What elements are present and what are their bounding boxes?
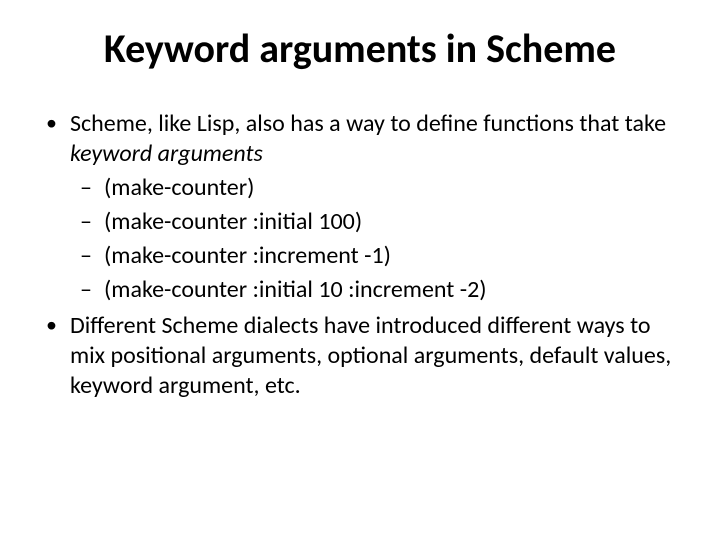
- bullet-item: Different Scheme dialects have introduce…: [40, 311, 680, 401]
- bullet-text-em: keyword arguments: [70, 139, 263, 168]
- slide: Keyword arguments in Scheme Scheme, like…: [0, 0, 720, 540]
- sub-bullet-text: (make-counter): [104, 173, 254, 202]
- bullet-text-pre: Scheme, like Lisp, also has a way to def…: [70, 109, 666, 138]
- bullet-item: Scheme, like Lisp, also has a way to def…: [40, 109, 680, 305]
- sub-bullet-item: (make-counter :initial 10 :increment -2): [70, 275, 680, 305]
- bullet-text-pre: Different Scheme dialects have introduce…: [70, 311, 671, 400]
- sub-bullet-item: (make-counter :increment -1): [70, 241, 680, 271]
- slide-title: Keyword arguments in Scheme: [40, 24, 680, 73]
- sub-bullet-list: (make-counter) (make-counter :initial 10…: [70, 173, 680, 305]
- bullet-list: Scheme, like Lisp, also has a way to def…: [40, 109, 680, 401]
- sub-bullet-text: (make-counter :initial 100): [104, 207, 362, 236]
- sub-bullet-text: (make-counter :increment -1): [104, 241, 391, 270]
- sub-bullet-item: (make-counter): [70, 173, 680, 203]
- sub-bullet-item: (make-counter :initial 100): [70, 207, 680, 237]
- sub-bullet-text: (make-counter :initial 10 :increment -2): [104, 275, 487, 304]
- slide-body: Scheme, like Lisp, also has a way to def…: [40, 109, 680, 401]
